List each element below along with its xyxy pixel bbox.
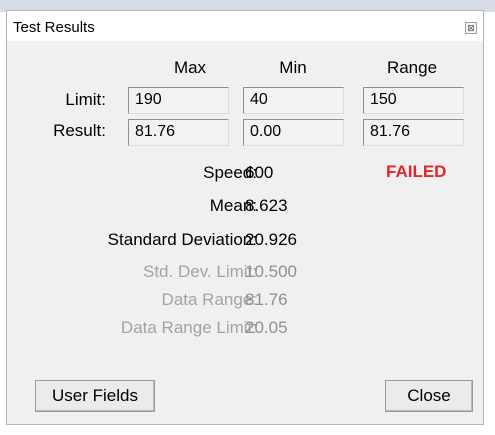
result-range-field: 81.76 bbox=[363, 119, 464, 146]
data-range-value: 81.76 bbox=[245, 290, 288, 309]
column-header-max: Max bbox=[173, 58, 207, 77]
data-range-limit-label: Data Range Limit: bbox=[120, 318, 257, 337]
close-button[interactable]: Close bbox=[385, 380, 473, 412]
speed-value: 600 bbox=[245, 163, 274, 182]
status-failed: FAILED bbox=[386, 162, 447, 181]
result-label: Result: bbox=[53, 121, 106, 140]
close-window-icon[interactable]: ⊠ bbox=[465, 22, 477, 34]
result-max-field: 81.76 bbox=[128, 119, 229, 146]
std-dev-limit-label: Std. Dev. Limit: bbox=[143, 262, 257, 281]
data-range-label: Data Range: bbox=[161, 290, 257, 309]
column-header-range: Range bbox=[386, 58, 438, 77]
limit-range-field: 150 bbox=[363, 87, 464, 114]
limit-max-field: 190 bbox=[128, 87, 229, 114]
std-dev-limit-value: 10.500 bbox=[245, 262, 297, 281]
data-range-limit-value: 20.05 bbox=[245, 318, 288, 337]
mean-value: 8.623 bbox=[245, 196, 288, 215]
limit-label: Limit: bbox=[65, 90, 106, 109]
std-dev-value: 20.926 bbox=[245, 230, 297, 249]
result-min-field: 0.00 bbox=[243, 119, 344, 146]
column-header-min: Min bbox=[279, 58, 307, 77]
title-bar: Test Results ⊠ bbox=[7, 11, 483, 41]
limit-min-field: 40 bbox=[243, 87, 344, 114]
std-dev-label: Standard Deviation: bbox=[107, 230, 257, 249]
window-title: Test Results bbox=[13, 19, 95, 36]
user-fields-button[interactable]: User Fields bbox=[35, 380, 155, 412]
